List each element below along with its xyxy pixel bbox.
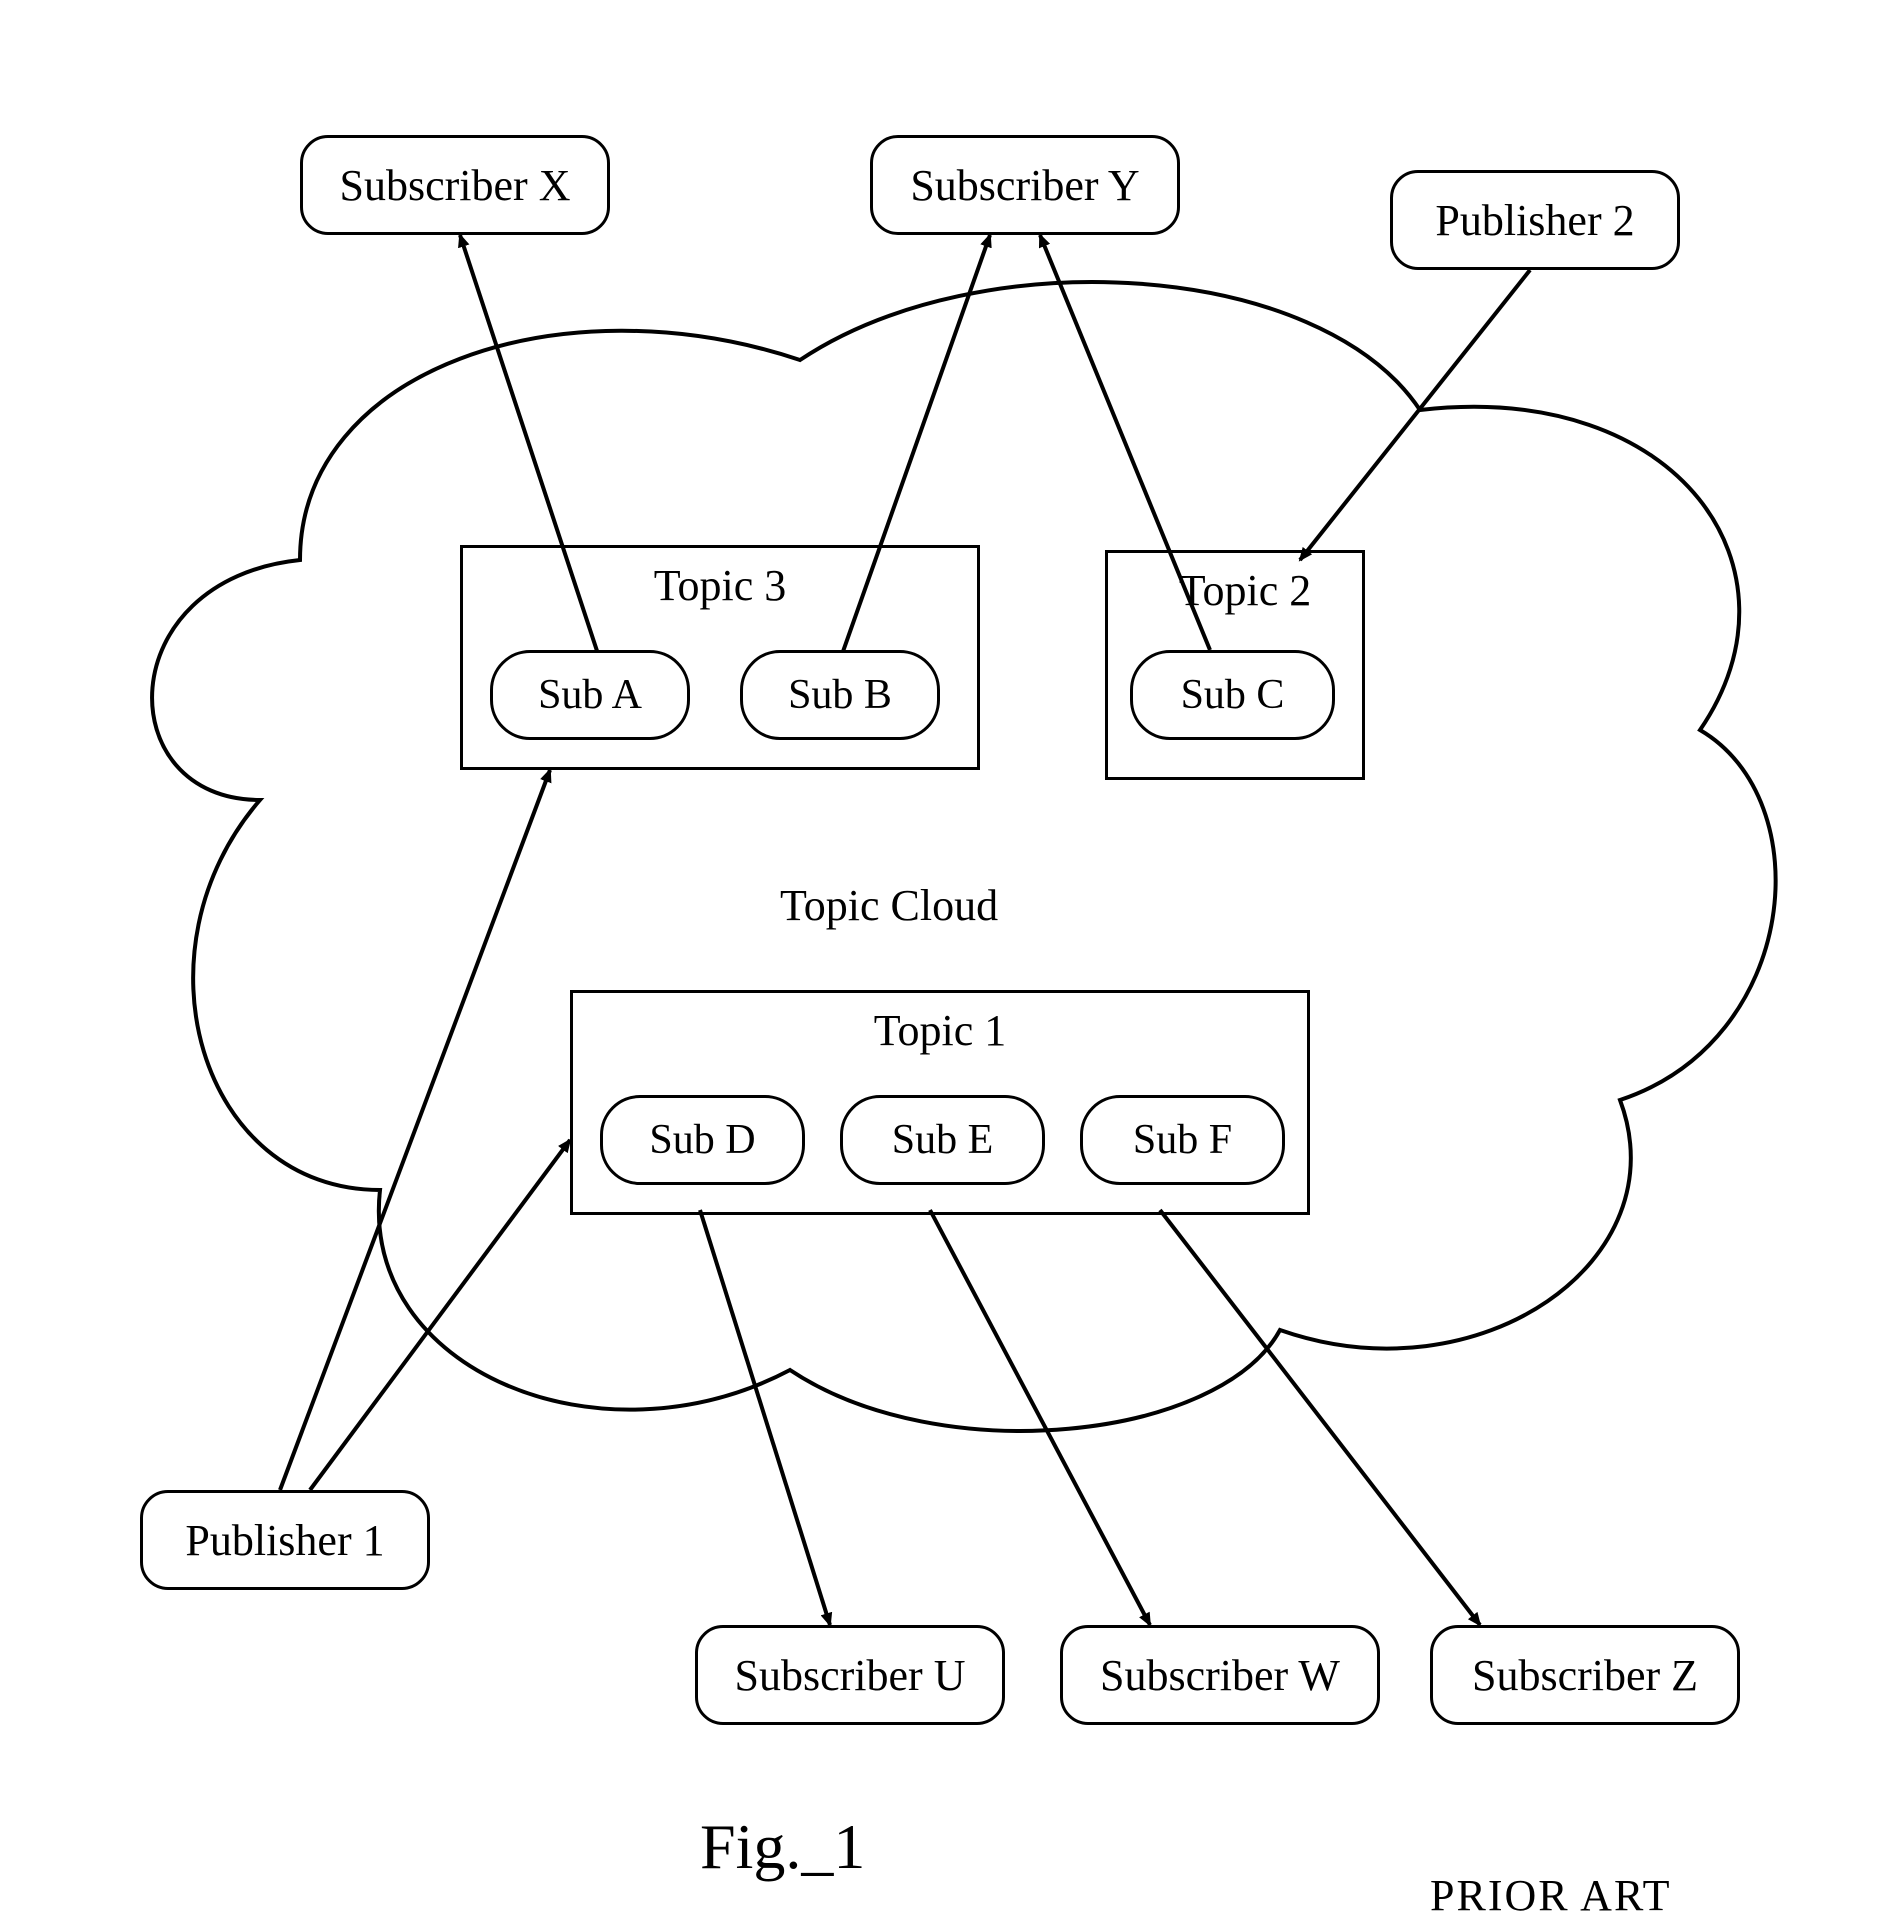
subscriber-y-label: Subscriber Y bbox=[910, 160, 1139, 211]
subscriber-w-label: Subscriber W bbox=[1100, 1650, 1340, 1701]
publisher-1-label: Publisher 1 bbox=[185, 1515, 384, 1566]
topic-cloud-shape bbox=[152, 282, 1776, 1431]
sub-d-label: Sub D bbox=[649, 1116, 755, 1164]
sub-a-pill: Sub A bbox=[490, 650, 690, 740]
publisher-1-node: Publisher 1 bbox=[140, 1490, 430, 1590]
subscriber-x-node: Subscriber X bbox=[300, 135, 610, 235]
sub-c-pill: Sub C bbox=[1130, 650, 1335, 740]
sub-e-label: Sub E bbox=[892, 1116, 994, 1164]
subscriber-x-label: Subscriber X bbox=[340, 160, 571, 211]
sub-c-label: Sub C bbox=[1181, 671, 1285, 719]
sub-f-pill: Sub F bbox=[1080, 1095, 1285, 1185]
topic-1-label: Topic 1 bbox=[850, 1005, 1030, 1056]
subscriber-w-node: Subscriber W bbox=[1060, 1625, 1380, 1725]
sub-b-label: Sub B bbox=[788, 671, 892, 719]
publisher-2-label: Publisher 2 bbox=[1435, 195, 1634, 246]
subscriber-u-node: Subscriber U bbox=[695, 1625, 1005, 1725]
subscriber-y-node: Subscriber Y bbox=[870, 135, 1180, 235]
subscriber-z-node: Subscriber Z bbox=[1430, 1625, 1740, 1725]
sub-f-label: Sub F bbox=[1133, 1116, 1232, 1164]
subscriber-z-label: Subscriber Z bbox=[1472, 1650, 1698, 1701]
sub-d-pill: Sub D bbox=[600, 1095, 805, 1185]
topic-3-label: Topic 3 bbox=[630, 560, 810, 611]
topic-2-label: Topic 2 bbox=[1155, 565, 1335, 616]
sub-e-pill: Sub E bbox=[840, 1095, 1045, 1185]
topic-cloud-label: Topic Cloud bbox=[780, 880, 998, 931]
sub-a-label: Sub A bbox=[538, 671, 642, 719]
prior-art-label: PRIOR ART bbox=[1430, 1870, 1672, 1921]
figure-label: Fig._1 bbox=[700, 1810, 865, 1884]
sub-b-pill: Sub B bbox=[740, 650, 940, 740]
subscriber-u-label: Subscriber U bbox=[735, 1650, 966, 1701]
publisher-2-node: Publisher 2 bbox=[1390, 170, 1680, 270]
diagram-stage: Subscriber X Subscriber Y Publisher 2 Pu… bbox=[0, 0, 1894, 1929]
